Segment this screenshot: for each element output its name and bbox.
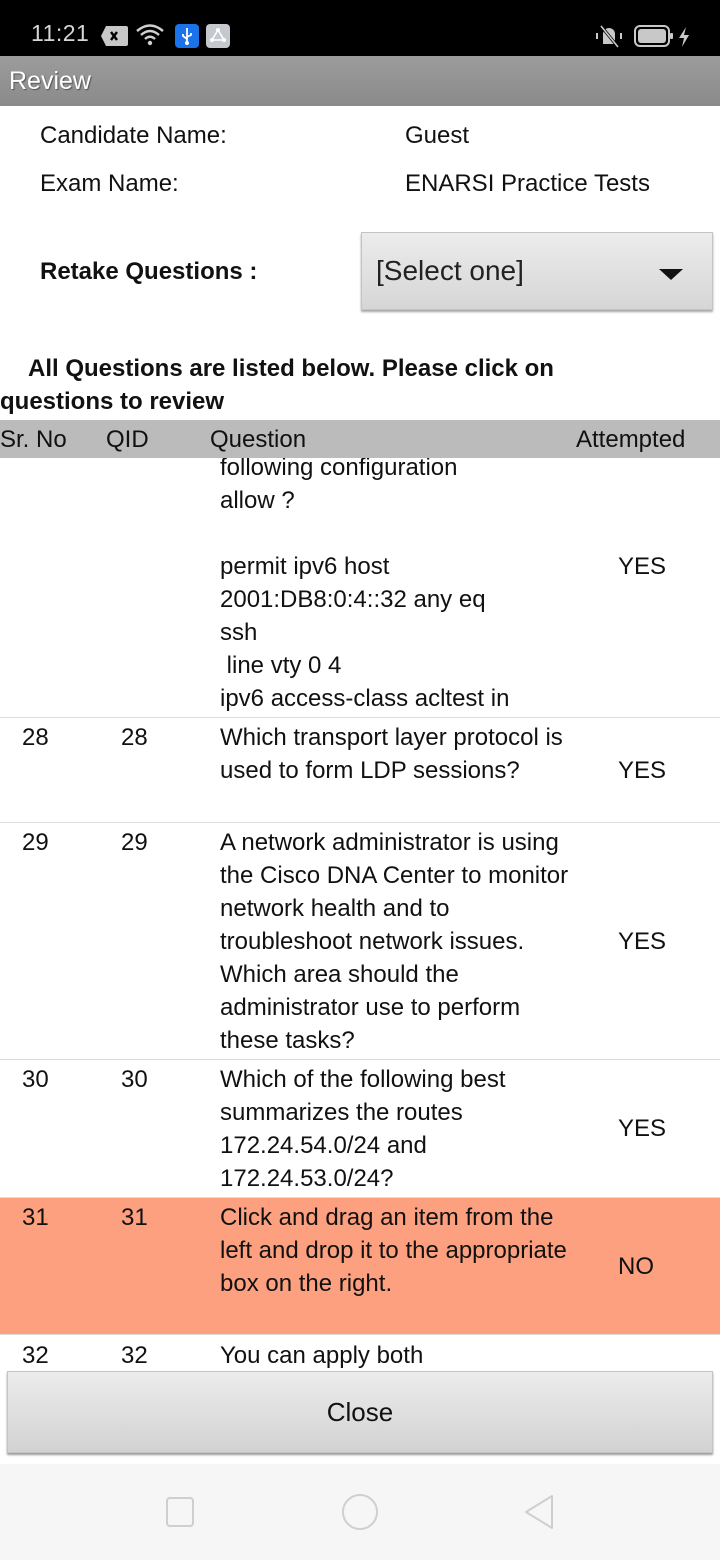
cell-attempted: YES [618, 1115, 667, 1142]
header-sr-no: Sr. No [0, 426, 67, 453]
cell-question: Which of the following best summarizes t… [220, 1066, 513, 1192]
cell-sr-no: 28 [22, 724, 49, 751]
status-bar: 11:21 [0, 0, 720, 56]
candidate-name-label: Candidate Name: [40, 122, 227, 149]
candidate-name-value: Guest [405, 122, 470, 149]
close-button[interactable]: Close [7, 1371, 713, 1453]
table-row-not-attempted[interactable]: 31 31 Click and drag an item from the le… [0, 1198, 720, 1335]
cell-attempted: NO [618, 1253, 654, 1280]
cell-question: Click and drag an item from the left and… [220, 1204, 574, 1297]
retake-questions-dropdown[interactable]: [Select one] [361, 232, 713, 310]
battery-icon [634, 25, 674, 52]
cell-sr-no: 31 [22, 1204, 49, 1231]
table-row[interactable]: following configuration allow ? permit i… [0, 458, 720, 718]
cell-question: Which transport layer protocol is used t… [220, 724, 570, 784]
page-title: Review [9, 67, 91, 95]
cell-question: A network administrator is using the Cis… [220, 829, 575, 1054]
dropdown-selected-value: [Select one] [376, 255, 524, 286]
cell-question: following configuration allow ? permit i… [220, 458, 510, 712]
cell-qid: 32 [121, 1342, 148, 1369]
back-icon[interactable] [522, 1493, 556, 1536]
header-qid: QID [106, 426, 149, 453]
title-bar: Review [0, 56, 720, 106]
retake-questions-label: Retake Questions : [40, 258, 258, 285]
home-icon[interactable] [341, 1493, 379, 1536]
charging-icon [678, 27, 690, 52]
cell-attempted: YES [618, 757, 667, 784]
wifi-icon [136, 24, 164, 51]
table-row[interactable]: 32 32 You can apply both [0, 1336, 720, 1370]
questions-table[interactable]: following configuration allow ? permit i… [0, 458, 720, 1370]
usb-icon [175, 24, 199, 53]
cell-attempted: YES [618, 553, 667, 580]
vibrate-off-icon [594, 24, 624, 53]
network-share-icon [206, 24, 230, 53]
cell-qid: 29 [121, 829, 148, 856]
recents-icon[interactable] [165, 1496, 195, 1533]
cell-question: You can apply both [220, 1342, 424, 1369]
table-row[interactable]: 29 29 A network administrator is using t… [0, 823, 720, 1060]
header-attempted: Attempted [576, 426, 686, 453]
navigation-bar [0, 1464, 720, 1560]
exam-name-label: Exam Name: [40, 170, 179, 197]
status-time: 11:21 [31, 20, 90, 46]
cell-sr-no: 29 [22, 829, 49, 856]
header-question: Question [210, 426, 307, 453]
cell-sr-no: 32 [22, 1342, 49, 1369]
chevron-down-icon [659, 269, 683, 280]
cell-qid: 30 [121, 1066, 148, 1093]
cell-sr-no: 30 [22, 1066, 49, 1093]
cell-qid: 31 [121, 1204, 148, 1231]
exam-name-value: ENARSI Practice Tests [405, 170, 650, 197]
cell-attempted: YES [618, 928, 667, 955]
table-row[interactable]: 28 28 Which transport layer protocol is … [0, 718, 720, 823]
instructions-text: All Questions are listed below. Please c… [0, 355, 554, 415]
table-row[interactable]: 30 30 Which of the following best summar… [0, 1060, 720, 1198]
cell-qid: 28 [121, 724, 148, 751]
notification-x-icon [101, 26, 128, 51]
table-header: Sr. No QID Question Attempted [0, 420, 720, 458]
